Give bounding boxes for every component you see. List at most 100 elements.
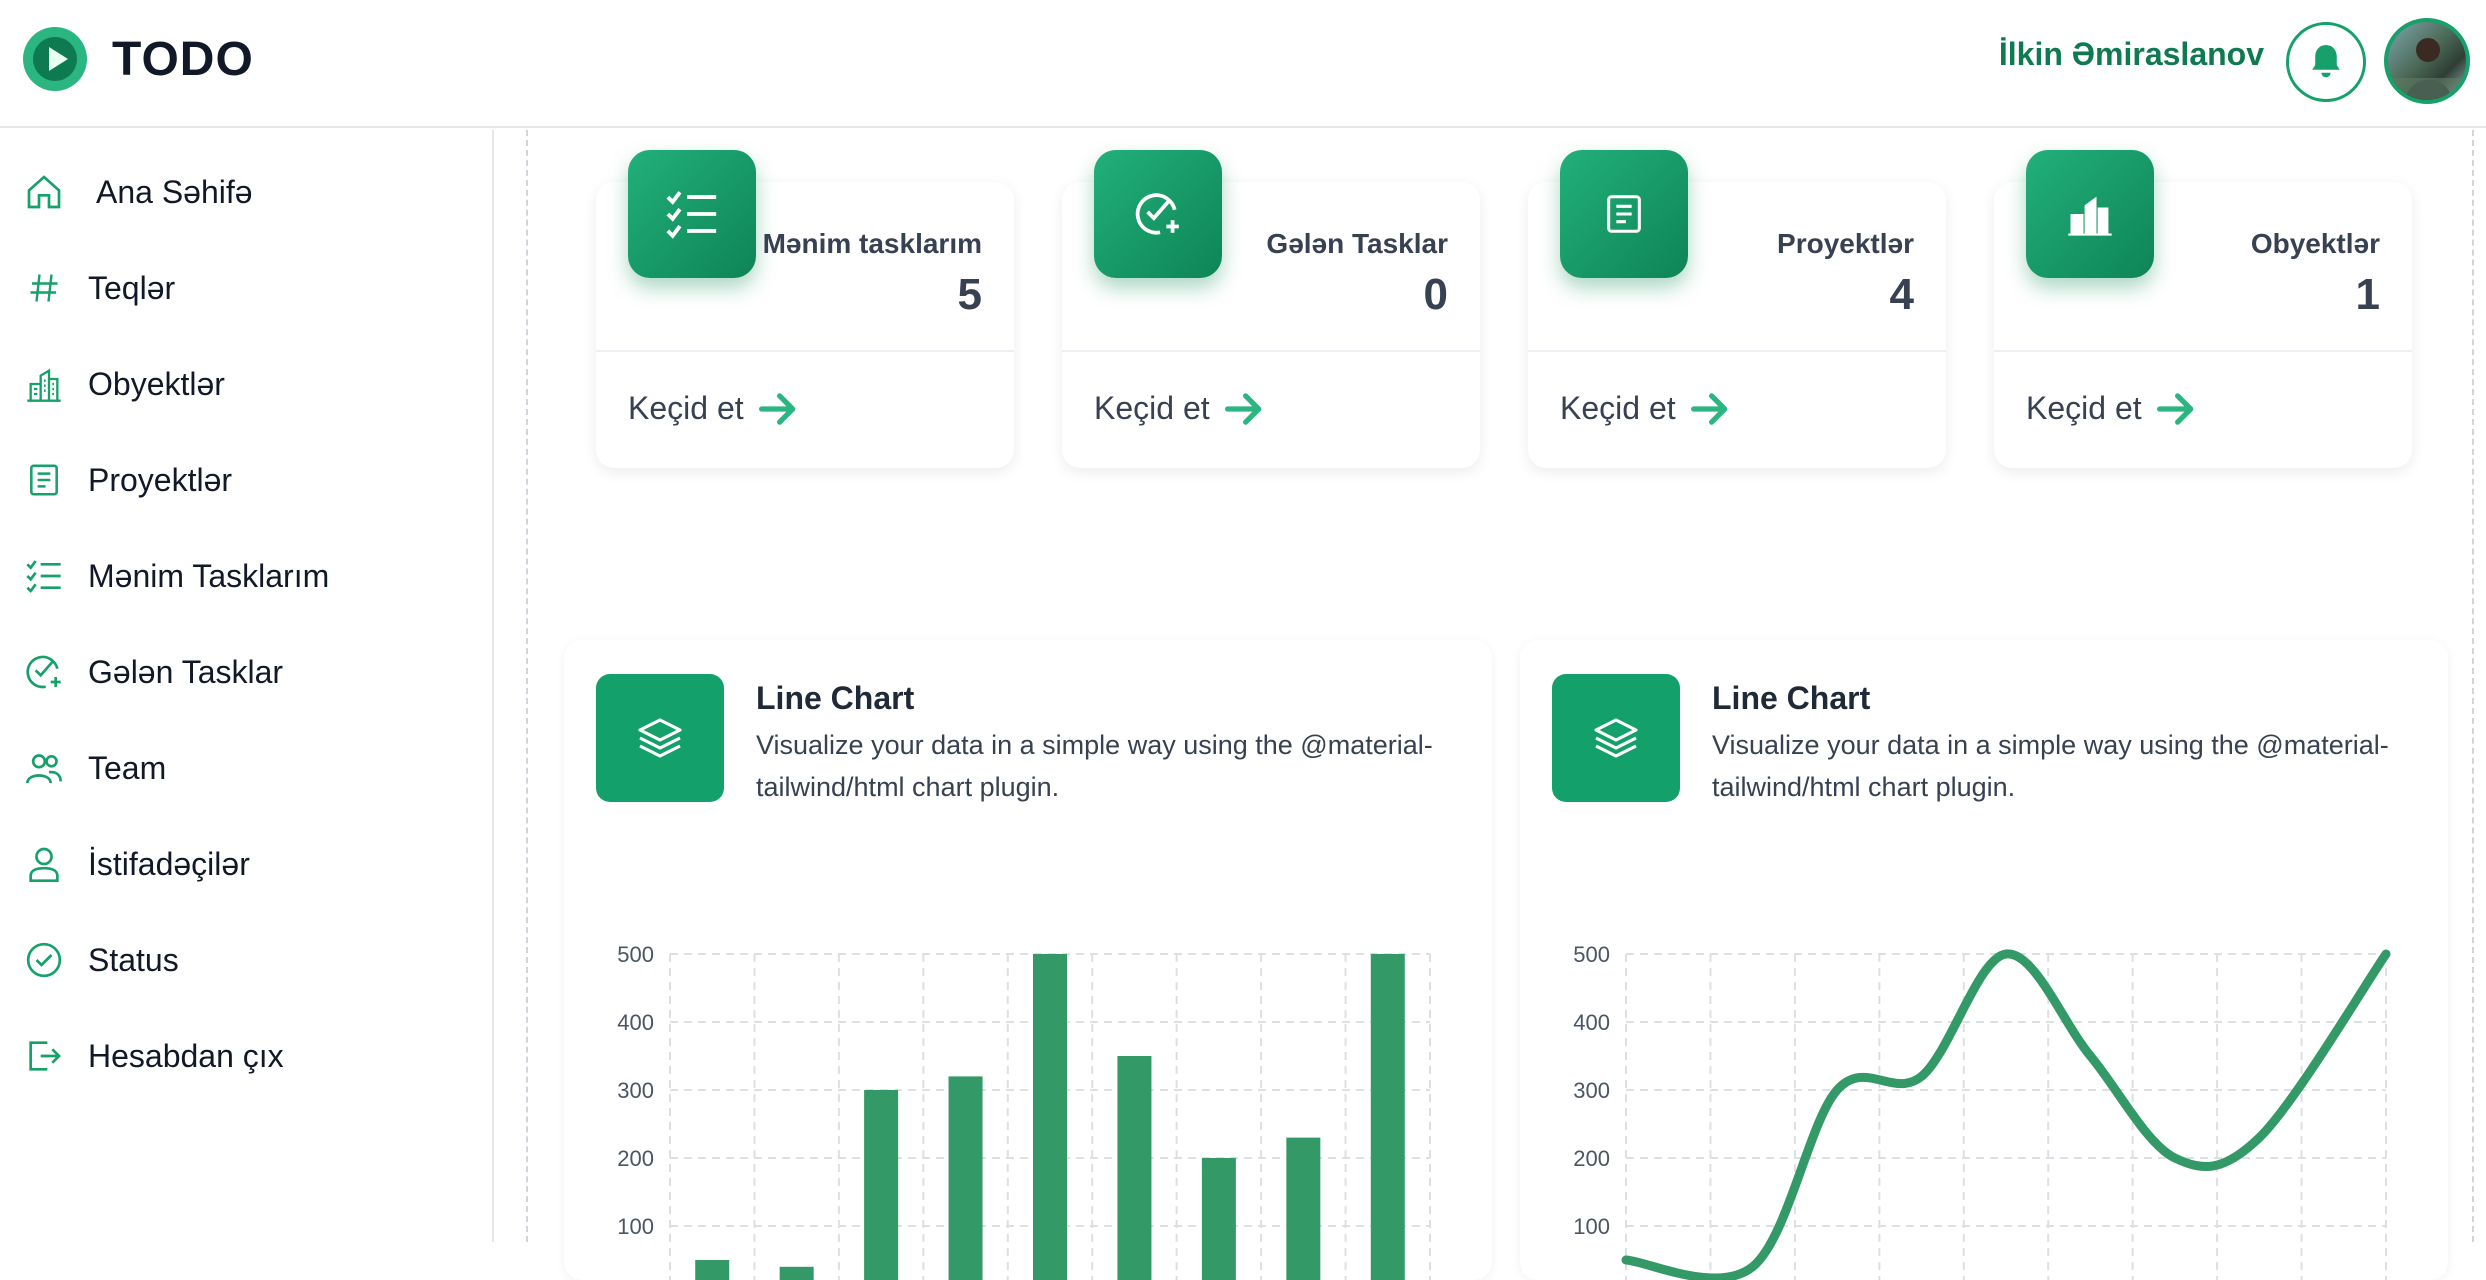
- y-tick-label: 100: [1573, 1214, 1610, 1239]
- document-icon: [22, 458, 66, 502]
- sidebar-item-objects[interactable]: Obyektlər: [0, 344, 494, 424]
- dashed-guide: [2472, 130, 2474, 1242]
- bar: [779, 1266, 814, 1280]
- arrow-right-icon: [1224, 392, 1261, 425]
- sidebar-item-label: Obyektlər: [88, 365, 225, 402]
- divider: [596, 350, 1014, 352]
- y-tick-label: 300: [617, 1078, 654, 1103]
- y-tick-label: 200: [617, 1146, 654, 1171]
- sidebar-item-incoming-tasks[interactable]: Gələn Tasklar: [0, 632, 494, 712]
- goto-link[interactable]: Keçid et: [628, 390, 798, 427]
- sidebar-item-status[interactable]: Status: [0, 920, 494, 1000]
- chart-card-bar: Line Chart Visualize your data in a simp…: [564, 640, 1492, 1280]
- line-chart: 500 400 300 200 100: [1573, 942, 2391, 1280]
- y-tick-label: 500: [1573, 942, 1610, 967]
- avatar[interactable]: [2384, 18, 2470, 104]
- sidebar-item-logout[interactable]: Hesabdan çıx: [0, 1016, 494, 1096]
- app-title[interactable]: TODO: [112, 32, 254, 87]
- user-icon: [22, 842, 66, 886]
- user-name[interactable]: İlkin Əmiraslanov: [1999, 36, 2264, 73]
- chart-description: Visualize your data in a simple way usin…: [1712, 730, 2389, 802]
- chart-description: Visualize your data in a simple way usin…: [756, 730, 1433, 802]
- goto-label: Keçid et: [1094, 390, 1210, 426]
- goto-link[interactable]: Keçid et: [2026, 390, 2196, 427]
- bar: [1370, 954, 1405, 1280]
- sidebar-item-tags[interactable]: Teqlər: [0, 248, 494, 328]
- goto-link[interactable]: Keçid et: [1094, 390, 1264, 427]
- divider: [1062, 350, 1480, 352]
- check-circle-icon: [22, 938, 66, 982]
- arrow-right-icon: [2156, 392, 2193, 425]
- bar: [1286, 1137, 1321, 1280]
- check-plus-icon: [22, 650, 66, 694]
- sidebar-item-label: Gələn Tasklar: [88, 653, 284, 690]
- sidebar-item-label: Team: [88, 749, 167, 786]
- goto-label: Keçid et: [628, 390, 744, 426]
- logout-icon: [22, 1034, 66, 1078]
- y-tick-label: 100: [617, 1214, 654, 1239]
- goto-link[interactable]: Keçid et: [1560, 390, 1730, 427]
- stat-value: 1: [2355, 270, 2380, 319]
- sidebar-item-label: Teqlər: [88, 269, 176, 306]
- sidebar-item-label: İstifadəçilər: [88, 845, 250, 882]
- notifications-button[interactable]: [2286, 22, 2366, 102]
- y-tick-label: 200: [1573, 1146, 1610, 1171]
- bar: [948, 1076, 983, 1280]
- stat-label: Obyektlər: [2250, 228, 2380, 259]
- y-tick-label: 500: [617, 942, 654, 967]
- divider: [1994, 350, 2412, 352]
- play-circle-logo[interactable]: [22, 26, 88, 92]
- sidebar-item-team[interactable]: Team: [0, 728, 494, 808]
- buildings-icon: [22, 362, 66, 406]
- checklist-icon: [628, 150, 756, 278]
- team-icon: [22, 746, 66, 790]
- sidebar-item-label: Mənim Tasklarım: [88, 557, 330, 594]
- dashed-guide: [526, 130, 528, 1242]
- sidebar-item-label: Status: [88, 941, 179, 978]
- arrow-right-icon: [1690, 392, 1727, 425]
- sidebar-item-projects[interactable]: Proyektlər: [0, 440, 494, 520]
- document-icon: [1560, 150, 1688, 278]
- top-bar: TODO İlkin Əmiraslanov: [0, 0, 2486, 128]
- sidebar-item-my-tasks[interactable]: Mənim Tasklarım: [0, 536, 494, 616]
- check-plus-icon: [1094, 150, 1222, 278]
- hashtag-icon: [22, 266, 66, 310]
- bell-icon: [2312, 45, 2340, 78]
- main-content: Mənim tasklarım 5 Keçid et Gələn Tasklar…: [496, 130, 2486, 1280]
- sidebar-item-label: Proyektlər: [88, 461, 233, 498]
- layers-icon: [596, 674, 724, 802]
- sidebar-item-label: Ana Səhifə: [96, 173, 253, 210]
- sidebar-item-home[interactable]: Ana Səhifə: [0, 152, 494, 232]
- bar: [864, 1090, 899, 1280]
- buildings-icon: [2026, 150, 2154, 278]
- stat-label: Mənim tasklarım: [762, 228, 982, 259]
- stat-card-objects: Obyektlər 1 Keçid et: [1994, 150, 2412, 468]
- stat-card-incoming-tasks: Gələn Tasklar 0 Keçid et: [1062, 150, 1480, 468]
- stat-card-my-tasks: Mənim tasklarım 5 Keçid et: [596, 150, 1014, 468]
- stat-card-projects: Proyektlər 4 Keçid et: [1528, 150, 1946, 468]
- arrow-right-icon: [758, 392, 795, 425]
- y-tick-label: 300: [1573, 1078, 1610, 1103]
- bar: [1033, 954, 1067, 1280]
- chart-title: Line Chart: [1712, 680, 1871, 716]
- chart-title: Line Chart: [756, 680, 915, 716]
- y-tick-label: 400: [1573, 1010, 1610, 1035]
- bar-chart: 500 400 300 200 100: [617, 942, 1431, 1280]
- bar: [1117, 1056, 1152, 1280]
- stat-value: 5: [957, 270, 982, 319]
- goto-label: Keçid et: [2026, 390, 2142, 426]
- y-tick-label: 400: [617, 1010, 654, 1035]
- stat-value: 0: [1423, 270, 1448, 319]
- sidebar-item-label: Hesabdan çıx: [88, 1037, 284, 1074]
- series-line: [1621, 949, 2391, 1280]
- checklist-icon: [22, 554, 66, 598]
- layers-icon: [1552, 674, 1680, 802]
- chart-card-line: Line Chart Visualize your data in a simp…: [1520, 640, 2448, 1280]
- stat-label: Proyektlər: [1777, 228, 1914, 259]
- home-icon: [22, 170, 66, 214]
- sidebar-item-users[interactable]: İstifadəçilər: [0, 824, 494, 904]
- stat-value: 4: [1889, 270, 1914, 319]
- bar: [1201, 1158, 1236, 1280]
- sidebar: Ana Səhifə Teqlər Obyektlər Proyektlər M…: [0, 130, 494, 1242]
- goto-label: Keçid et: [1560, 390, 1676, 426]
